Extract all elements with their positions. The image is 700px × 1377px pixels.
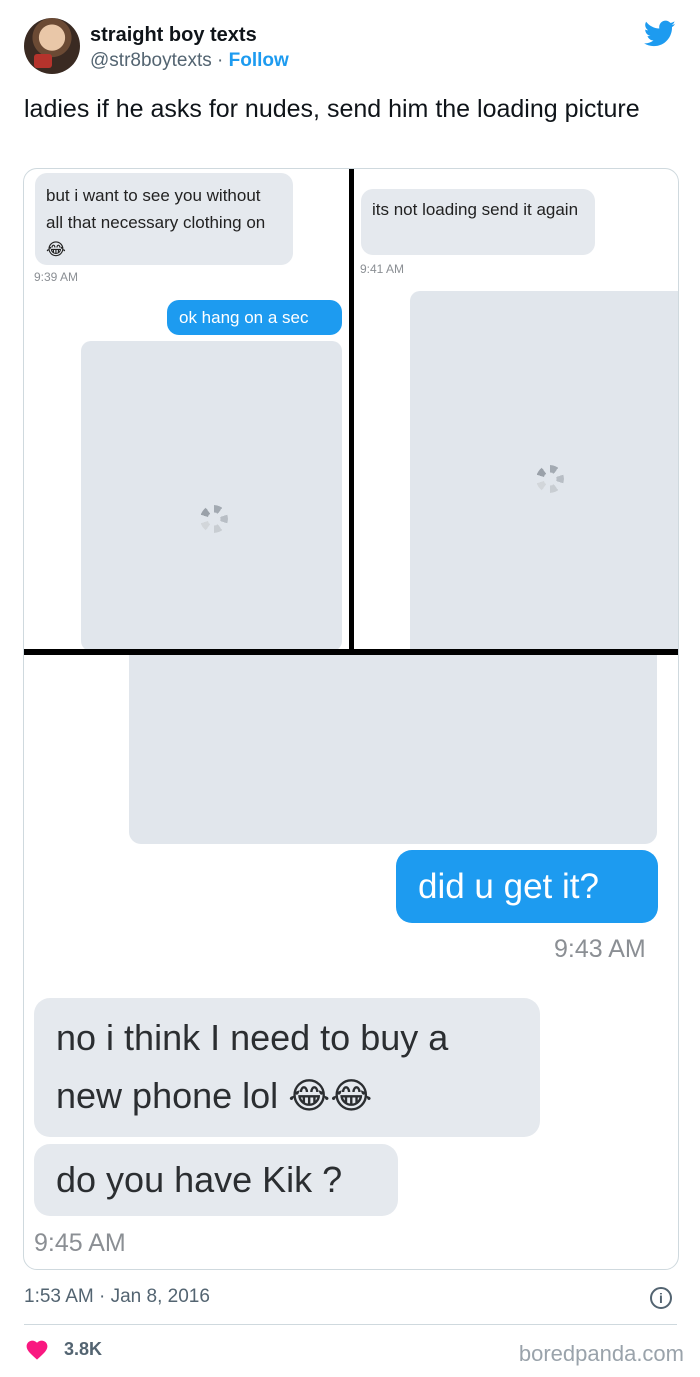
divider	[24, 1324, 677, 1325]
message-incoming: do you have Kik ?	[34, 1144, 398, 1216]
separator: ·	[217, 50, 224, 71]
message-outgoing: ok hang on a sec	[167, 300, 342, 335]
message-incoming: its not loading send it again	[361, 189, 595, 255]
follow-button[interactable]: Follow	[229, 50, 289, 71]
message-text: did u get it?	[418, 867, 599, 906]
message-incoming: no i think I need to buy a new phone lol…	[34, 998, 540, 1137]
tweet-timestamp[interactable]: 1:53 AM · Jan 8, 2016	[24, 1286, 210, 1308]
loading-image-placeholder	[81, 341, 342, 651]
like-count[interactable]: 3.8K	[64, 1339, 102, 1360]
message-incoming: but i want to see you without all that n…	[35, 173, 293, 265]
message-text: its not loading send it again	[372, 200, 579, 219]
panel-divider-vertical	[349, 169, 354, 655]
display-name[interactable]: straight boy texts	[90, 24, 257, 47]
message-timestamp: 9:45 AM	[34, 1229, 126, 1257]
avatar[interactable]	[24, 18, 80, 74]
message-timestamp: 9:39 AM	[34, 270, 79, 284]
watermark: boredpanda.com	[518, 1341, 684, 1366]
loading-spinner-icon	[536, 465, 564, 493]
message-outgoing: did u get it?	[396, 850, 658, 923]
message-text: but i want to see you without all that n…	[46, 186, 266, 259]
tweet-media[interactable]: but i want to see you without all that n…	[23, 168, 679, 1270]
tweet-header: straight boy texts @str8boytexts · Follo…	[24, 16, 684, 80]
message-text: do you have Kik ?	[56, 1159, 343, 1200]
info-icon[interactable]: i	[650, 1287, 672, 1309]
message-timestamp: 9:43 AM	[554, 935, 646, 963]
handle-row: @str8boytexts · Follow	[90, 50, 289, 72]
handle[interactable]: @str8boytexts	[90, 50, 212, 71]
twitter-bird-icon[interactable]	[644, 20, 676, 48]
heart-icon[interactable]	[25, 1338, 49, 1362]
message-text: no i think I need to buy a new phone lol…	[56, 1017, 449, 1116]
message-text: ok hang on a sec	[179, 308, 309, 327]
loading-spinner-icon	[200, 505, 228, 533]
tweet-text: ladies if he asks for nudes, send him th…	[24, 95, 640, 123]
loading-image-placeholder	[129, 655, 657, 844]
message-timestamp: 9:41 AM	[360, 262, 405, 276]
